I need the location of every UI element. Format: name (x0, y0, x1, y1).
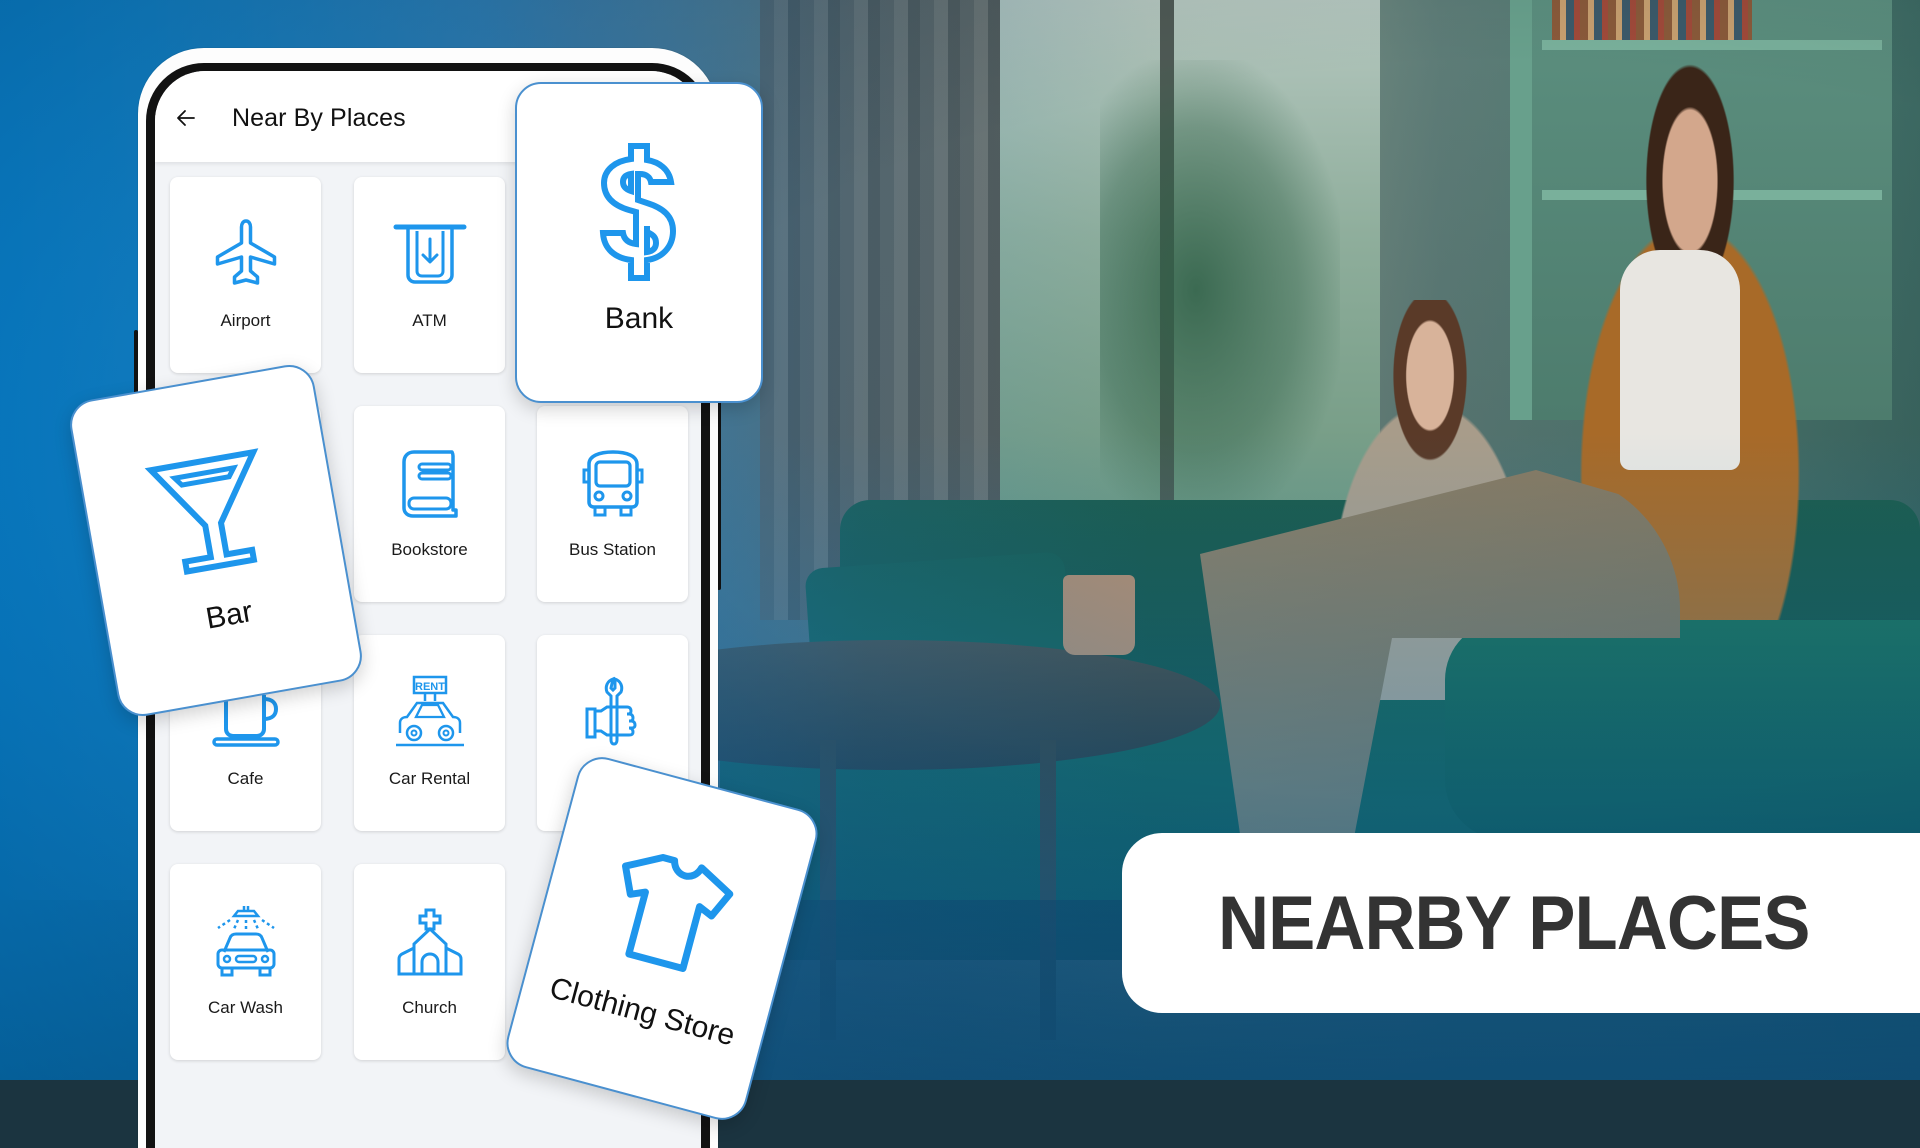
book-icon (392, 446, 468, 522)
airplane-icon (208, 217, 284, 293)
place-tile-church[interactable]: Church (354, 864, 505, 1060)
cocktail-glass-icon (139, 431, 281, 590)
tile-label: Bookstore (391, 540, 468, 559)
card-label: Bank (604, 302, 674, 335)
car-wash-icon (208, 904, 284, 980)
arrow-left-icon (176, 108, 196, 133)
tile-label: Cafe (227, 769, 264, 788)
card-label: Bar (203, 595, 256, 636)
place-tile-car-wash[interactable]: Car Wash (170, 864, 321, 1060)
car-rental-icon: RENT (392, 675, 468, 751)
back-button[interactable] (170, 104, 202, 136)
dollar-icon (579, 142, 699, 282)
church-icon (392, 904, 468, 980)
place-tile-airport[interactable]: Airport (170, 177, 321, 373)
place-tile-bookstore[interactable]: Bookstore (354, 406, 505, 602)
tile-label: Church (402, 998, 457, 1017)
atm-icon (392, 217, 468, 293)
place-tile-bus-station[interactable]: Bus Station (537, 406, 688, 602)
feature-banner: NEARBY PLACES (1122, 833, 1920, 1013)
tile-label: Airport (220, 311, 271, 330)
page-title: Near By Places (232, 104, 406, 132)
tile-label: Car Rental (388, 769, 471, 788)
banner-title: NEARBY PLACES (1218, 880, 1810, 966)
t-shirt-icon (594, 826, 746, 992)
place-tile-car-rental[interactable]: RENT Car Rental (354, 635, 505, 831)
tile-label: Car Wash (208, 998, 283, 1017)
featured-card-bank[interactable]: Bank (515, 82, 763, 403)
hand-wrench-icon (575, 675, 651, 751)
bus-icon (575, 446, 651, 522)
tile-label: ATM (412, 311, 447, 330)
card-label: Clothing Store (546, 971, 739, 1053)
svg-text:RENT: RENT (415, 681, 445, 693)
tile-label: Bus Station (569, 540, 656, 559)
place-tile-atm[interactable]: ATM (354, 177, 505, 373)
